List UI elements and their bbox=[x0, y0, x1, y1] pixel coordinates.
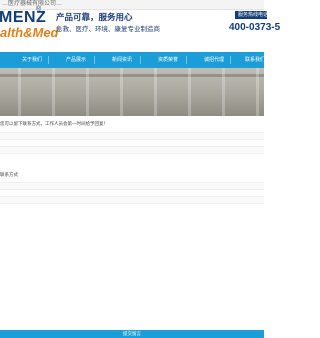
nav-item-agents[interactable]: 诚招代理 bbox=[204, 52, 224, 68]
nav-item-products[interactable]: 产品展示 bbox=[66, 52, 86, 68]
hotline-number: 400-0373-5 bbox=[229, 22, 281, 33]
slogan-main: 产品可靠，服务用心 bbox=[56, 12, 133, 22]
nav-item-news[interactable]: 新闻资讯 bbox=[112, 52, 132, 68]
slogan-sub: 急救、医疗、环境、康复专业制造商 bbox=[56, 26, 160, 33]
logo-subtext[interactable]: alth&Med bbox=[0, 26, 59, 40]
message-form: 您可以留下联系方式，工作人员会第一时间给予回复！ 联系方式 提交留言 bbox=[0, 116, 264, 338]
banner-image bbox=[0, 68, 264, 116]
site-header: MENZ ® alth&Med 产品可靠，服务用心 急救、医疗、环境、康复专业制… bbox=[0, 6, 280, 51]
message-field[interactable] bbox=[0, 132, 264, 140]
nav-divider bbox=[140, 56, 141, 64]
nav-divider bbox=[186, 56, 187, 64]
email-field[interactable] bbox=[0, 196, 264, 204]
submit-button[interactable]: 提交留言 bbox=[0, 330, 264, 338]
contact-label: 联系方式 bbox=[0, 172, 18, 177]
registered-mark: ® bbox=[36, 6, 42, 13]
hotline-label: 服务热线电话 bbox=[235, 11, 267, 19]
contact-field[interactable] bbox=[0, 182, 264, 190]
nav-item-honors[interactable]: 资质荣誉 bbox=[158, 52, 178, 68]
name-field[interactable] bbox=[0, 146, 264, 154]
nav-item-contact[interactable]: 联系我们 bbox=[245, 52, 265, 68]
nav-divider bbox=[94, 56, 95, 64]
main-nav: 关于我们 产品展示 新闻资讯 资质荣誉 诚招代理 联系我们 bbox=[0, 52, 265, 68]
nav-divider bbox=[48, 56, 49, 64]
form-notice: 您可以留下联系方式，工作人员会第一时间给予回复！ bbox=[0, 121, 108, 126]
nav-item-about[interactable]: 关于我们 bbox=[22, 52, 42, 68]
top-bar-text: …医疗器械有限公司… bbox=[2, 1, 63, 7]
nav-divider bbox=[230, 56, 231, 64]
